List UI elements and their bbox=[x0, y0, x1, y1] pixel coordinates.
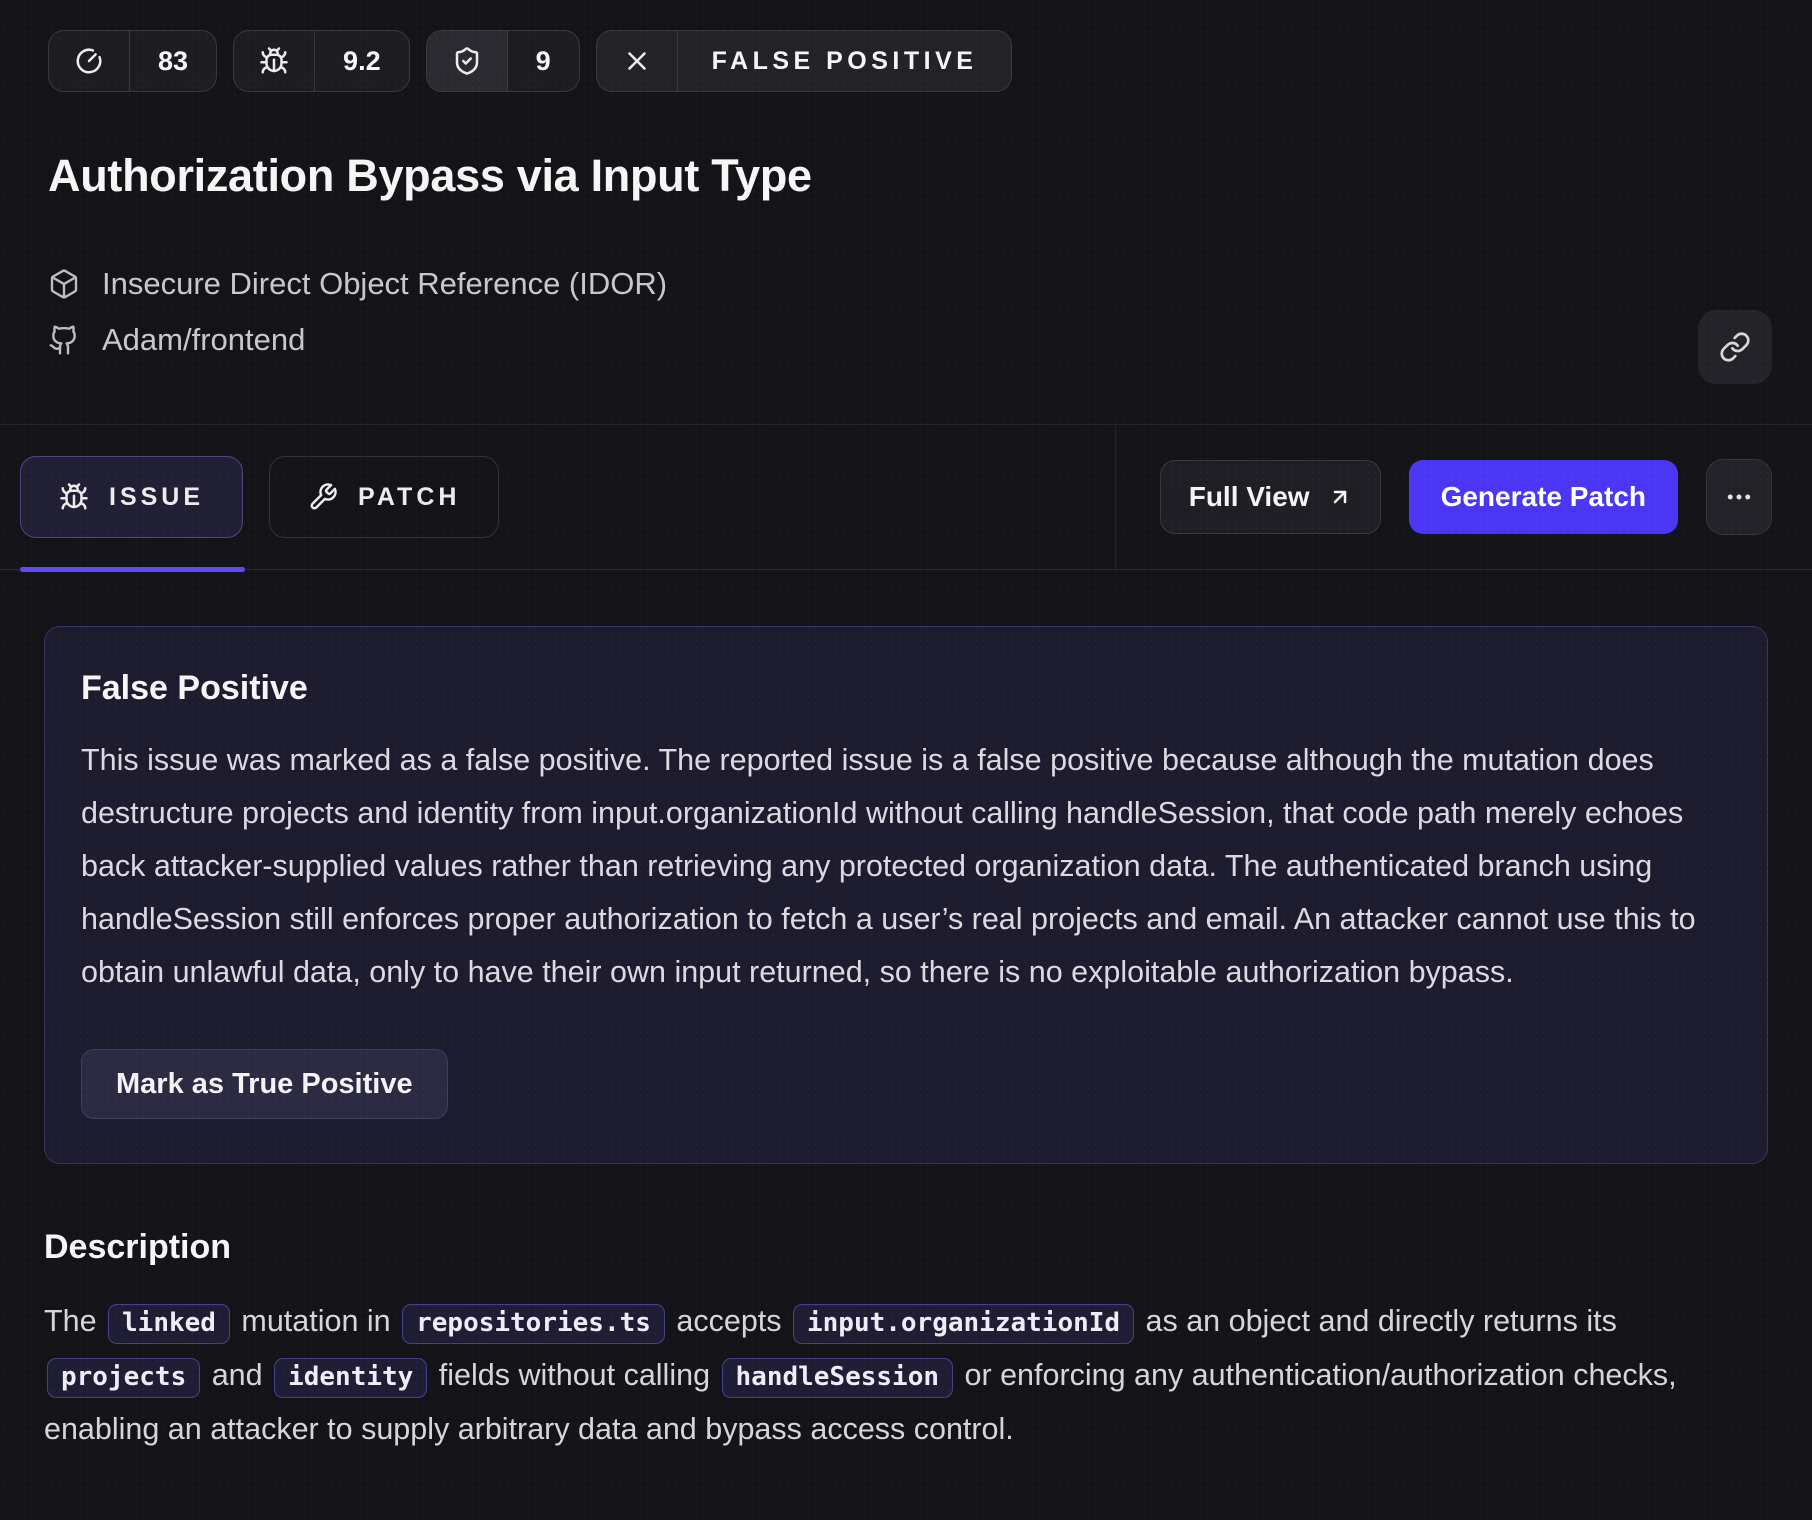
description-text: The linked mutation in repositories.ts a… bbox=[44, 1295, 1768, 1455]
score-badge[interactable]: 83 bbox=[48, 30, 217, 92]
gauge-icon bbox=[49, 31, 129, 91]
toolbar: ISSUE PATCH Full View Generate Patch bbox=[0, 424, 1812, 570]
code-chip-repositories-ts: repositories.ts bbox=[402, 1304, 665, 1344]
bug-icon bbox=[234, 31, 314, 91]
repository-row[interactable]: Adam/frontend bbox=[48, 322, 1764, 358]
code-chip-input-organizationid: input.organizationId bbox=[793, 1304, 1134, 1344]
description-segment: and bbox=[203, 1358, 271, 1392]
category-row: Insecure Direct Object Reference (IDOR) bbox=[48, 266, 1764, 302]
shield-check-icon bbox=[427, 31, 507, 91]
confidence-badge[interactable]: 9 bbox=[426, 30, 580, 92]
code-chip-handlesession: handleSession bbox=[722, 1358, 954, 1398]
tab-list: ISSUE PATCH bbox=[0, 425, 1115, 569]
description-heading: Description bbox=[44, 1228, 1768, 1267]
code-chip-linked: linked bbox=[108, 1304, 230, 1344]
wrench-icon bbox=[308, 482, 338, 512]
page-title: Authorization Bypass via Input Type bbox=[48, 150, 1764, 202]
false-positive-card: False Positive This issue was marked as … bbox=[44, 626, 1768, 1164]
false-positive-title: False Positive bbox=[81, 669, 1731, 708]
active-tab-indicator bbox=[20, 567, 245, 572]
severity-value: 9.2 bbox=[314, 31, 409, 91]
ellipsis-icon bbox=[1724, 482, 1754, 512]
category-label: Insecure Direct Object Reference (IDOR) bbox=[102, 266, 667, 302]
description-section: Description The linked mutation in repos… bbox=[44, 1228, 1768, 1455]
description-segment: fields without calling bbox=[430, 1358, 718, 1392]
generate-patch-button[interactable]: Generate Patch bbox=[1409, 460, 1678, 534]
copy-link-button[interactable] bbox=[1698, 310, 1772, 384]
issue-header: 83 9.2 9 FALSE POSITIVE Authorization By… bbox=[0, 0, 1812, 358]
tab-patch-label: PATCH bbox=[358, 483, 460, 512]
code-chip-projects: projects bbox=[47, 1358, 200, 1398]
mark-true-positive-button[interactable]: Mark as True Positive bbox=[81, 1049, 448, 1119]
tab-issue-label: ISSUE bbox=[109, 483, 204, 512]
more-options-button[interactable] bbox=[1706, 459, 1772, 535]
repository-label: Adam/frontend bbox=[102, 322, 305, 358]
confidence-value: 9 bbox=[507, 31, 579, 91]
tab-issue[interactable]: ISSUE bbox=[20, 456, 243, 538]
description-segment: mutation in bbox=[233, 1304, 399, 1338]
full-view-label: Full View bbox=[1189, 481, 1310, 513]
full-view-button[interactable]: Full View bbox=[1160, 460, 1381, 534]
score-value: 83 bbox=[129, 31, 216, 91]
github-icon bbox=[48, 324, 80, 356]
status-badge[interactable]: FALSE POSITIVE bbox=[596, 30, 1013, 92]
link-icon bbox=[1719, 331, 1751, 363]
description-segment: The bbox=[44, 1304, 105, 1338]
x-icon bbox=[597, 31, 677, 91]
false-positive-body: This issue was marked as a false positiv… bbox=[81, 734, 1731, 999]
issue-content: False Positive This issue was marked as … bbox=[0, 626, 1812, 1455]
description-segment: accepts bbox=[668, 1304, 790, 1338]
bug-icon bbox=[59, 482, 89, 512]
status-label: FALSE POSITIVE bbox=[677, 31, 1012, 91]
severity-badge[interactable]: 9.2 bbox=[233, 30, 410, 92]
cube-icon bbox=[48, 268, 80, 300]
tab-patch[interactable]: PATCH bbox=[269, 456, 499, 538]
code-chip-identity: identity bbox=[274, 1358, 427, 1398]
issue-meta: Insecure Direct Object Reference (IDOR) … bbox=[48, 266, 1764, 358]
arrow-up-right-icon bbox=[1328, 485, 1352, 509]
metrics-row: 83 9.2 9 FALSE POSITIVE bbox=[48, 30, 1764, 92]
description-segment: as an object and directly returns its bbox=[1137, 1304, 1617, 1338]
toolbar-actions: Full View Generate Patch bbox=[1115, 425, 1812, 569]
